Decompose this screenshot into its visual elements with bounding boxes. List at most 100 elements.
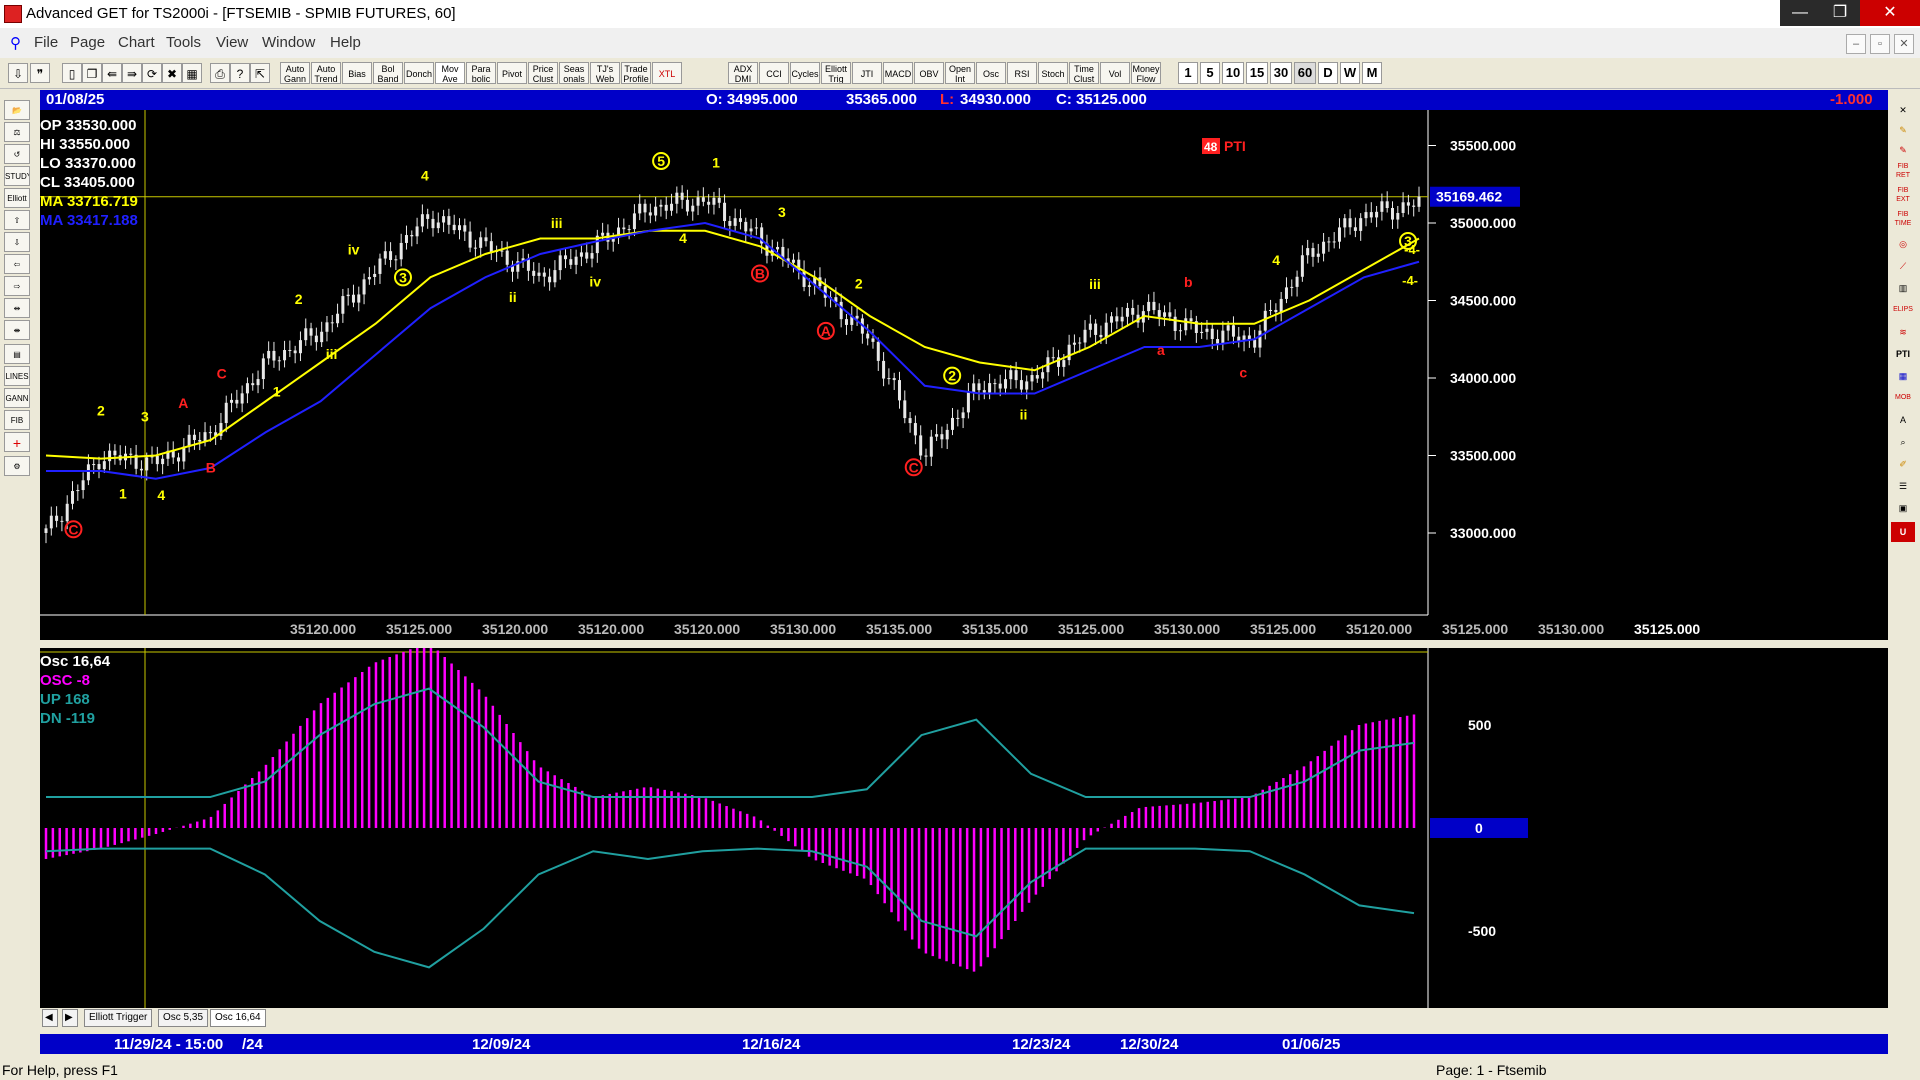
mdi-minimize-button[interactable]: –: [1846, 34, 1866, 54]
gann-tool[interactable]: GANN: [4, 388, 30, 408]
study-elliott-trig-button[interactable]: Elliott Trig: [821, 62, 851, 84]
close-tool-icon[interactable]: ✕: [1891, 100, 1915, 120]
hint-icon[interactable]: ?: [230, 63, 250, 83]
study-cycles-button[interactable]: Cycles: [790, 62, 820, 84]
study-bol-band-button[interactable]: Bol Band: [373, 62, 403, 84]
zoom-icon[interactable]: ⌕: [1891, 432, 1915, 452]
study-macd-button[interactable]: MACD: [883, 62, 913, 84]
study-adx-dmi-button[interactable]: ADX DMI: [728, 62, 758, 84]
pencil-icon[interactable]: ✎: [1891, 120, 1915, 140]
grid-icon[interactable]: ▦: [182, 63, 202, 83]
new-page-icon[interactable]: ▯: [62, 63, 82, 83]
lines-tool[interactable]: LINES: [4, 366, 30, 386]
menu-tools[interactable]: Tools: [166, 34, 201, 51]
mdi-close-button[interactable]: ✕: [1894, 34, 1914, 54]
crosshair-icon[interactable]: +: [4, 432, 30, 452]
timeframe-5-button[interactable]: 5: [1200, 62, 1220, 84]
study-open-int-button[interactable]: Open Int: [945, 62, 975, 84]
study-time-clust-button[interactable]: Time Clust: [1069, 62, 1099, 84]
elliott-tool[interactable]: Elliott: [4, 188, 30, 208]
study-stoch-button[interactable]: Stoch: [1038, 62, 1068, 84]
tab-osc-5-35[interactable]: Osc 5,35: [158, 1009, 209, 1027]
copy-icon[interactable]: ❐: [82, 63, 102, 83]
context-help-icon[interactable]: ⇱: [250, 63, 270, 83]
study-trade-profile-button[interactable]: Trade Profile: [621, 62, 651, 84]
ellipse-tool[interactable]: ELIPS: [1891, 300, 1915, 320]
study-tjs-web-button[interactable]: TJ's Web: [590, 62, 620, 84]
print-icon[interactable]: ⎙: [210, 63, 230, 83]
calendar-icon[interactable]: ▣: [1891, 498, 1915, 518]
maximize-button[interactable]: ❐: [1820, 0, 1860, 26]
study-tool[interactable]: STUDY: [4, 166, 30, 186]
study-obv-button[interactable]: OBV: [914, 62, 944, 84]
study-jti-button[interactable]: JTI: [852, 62, 882, 84]
scroll-left-icon[interactable]: ⇚: [102, 63, 122, 83]
undo-icon[interactable]: U: [1891, 522, 1915, 542]
reset-icon[interactable]: ↺: [4, 144, 30, 164]
fan-icon[interactable]: ⟋: [1891, 256, 1915, 276]
list-icon[interactable]: ☰: [1891, 476, 1915, 496]
arrow-left-icon[interactable]: ⇦: [4, 254, 30, 274]
arrow-down-icon[interactable]: ⇩: [4, 232, 30, 252]
marker-icon[interactable]: ✐: [1891, 454, 1915, 474]
close-button[interactable]: ✕: [1860, 0, 1920, 26]
timeframe-d-button[interactable]: D: [1318, 62, 1338, 84]
study-seasonals-button[interactable]: Seas onals: [559, 62, 589, 84]
mdi-restore-button[interactable]: ▫: [1870, 34, 1890, 54]
price-chart-window[interactable]: 35500.000 35000.000 34500.000 34000.000 3350…: [40, 110, 1888, 640]
study-osc-button[interactable]: Osc: [976, 62, 1006, 84]
menu-chart[interactable]: Chart: [118, 34, 155, 51]
tab-osc-16-64[interactable]: Osc 16,64: [210, 1009, 266, 1027]
study-price-clust-button[interactable]: Price Clust: [528, 62, 558, 84]
fib-ret-tool[interactable]: FIB RET: [1891, 162, 1915, 182]
menu-help[interactable]: Help: [330, 34, 361, 51]
tab-elliott-trigger[interactable]: Elliott Trigger: [84, 1009, 153, 1027]
menu-view[interactable]: View: [216, 34, 248, 51]
grid-tool-icon[interactable]: ▦: [1891, 366, 1915, 386]
pointer-icon[interactable]: ⇩: [8, 63, 28, 83]
pencil-red-icon[interactable]: ✎: [1891, 140, 1915, 160]
study-mov-ave-button[interactable]: Mov Ave: [435, 62, 465, 84]
study-auto-trend-button[interactable]: Auto Trend: [311, 62, 341, 84]
table-icon[interactable]: ▤: [4, 344, 30, 364]
study-auto-gann-button[interactable]: Auto Gann: [280, 62, 310, 84]
mob-tool[interactable]: MOB: [1891, 388, 1915, 408]
arrow-up-icon[interactable]: ⇧: [4, 210, 30, 230]
oscillator-window[interactable]: 500 0 -500: [40, 644, 1888, 1008]
text-tool-icon[interactable]: A: [1891, 410, 1915, 430]
scales-icon[interactable]: ⚖: [4, 122, 30, 142]
channel-icon[interactable]: ▥: [1891, 278, 1915, 298]
timeframe-60-button[interactable]: 60: [1294, 62, 1316, 84]
delete-icon[interactable]: ✖: [162, 63, 182, 83]
expand-icon[interactable]: ⇹: [4, 298, 30, 318]
study-bias-button[interactable]: Bias: [342, 62, 372, 84]
spiral-icon[interactable]: ◎: [1891, 234, 1915, 254]
timeframe-10-button[interactable]: 10: [1222, 62, 1244, 84]
pane-divider[interactable]: [40, 640, 1888, 648]
open-folder-icon[interactable]: 📂: [4, 100, 30, 120]
timeframe-m-button[interactable]: M: [1362, 62, 1382, 84]
menu-page[interactable]: Page: [70, 34, 105, 51]
wave-icon[interactable]: ≋: [1891, 322, 1915, 342]
timeframe-1-button[interactable]: 1: [1178, 62, 1198, 84]
study-rsi-button[interactable]: RSI: [1007, 62, 1037, 84]
study-pivot-button[interactable]: Pivot: [497, 62, 527, 84]
tab-scroll-left-icon[interactable]: ◀: [42, 1009, 58, 1027]
pti-tool[interactable]: PTI: [1891, 344, 1915, 364]
timeframe-30-button[interactable]: 30: [1270, 62, 1292, 84]
study-cci-button[interactable]: CCI: [759, 62, 789, 84]
settings-icon[interactable]: ⚙: [4, 456, 30, 476]
fib-ext-tool[interactable]: FIB EXT: [1891, 186, 1915, 206]
compress-icon[interactable]: ⇼: [4, 320, 30, 340]
oscillator-chart[interactable]: 500 0 -500: [40, 644, 1888, 1008]
study-money-flow-button[interactable]: Money Flow: [1131, 62, 1161, 84]
timeframe-w-button[interactable]: W: [1340, 62, 1360, 84]
study-parabolic-button[interactable]: Para bolic: [466, 62, 496, 84]
menu-window[interactable]: Window: [262, 34, 315, 51]
study-donch-button[interactable]: Donch: [404, 62, 434, 84]
timeframe-15-button[interactable]: 15: [1246, 62, 1268, 84]
tab-scroll-right-icon[interactable]: ▶: [62, 1009, 78, 1027]
menu-file[interactable]: File: [34, 34, 58, 51]
minimize-button[interactable]: —: [1780, 0, 1820, 26]
arrow-right-icon[interactable]: ⇨: [4, 276, 30, 296]
